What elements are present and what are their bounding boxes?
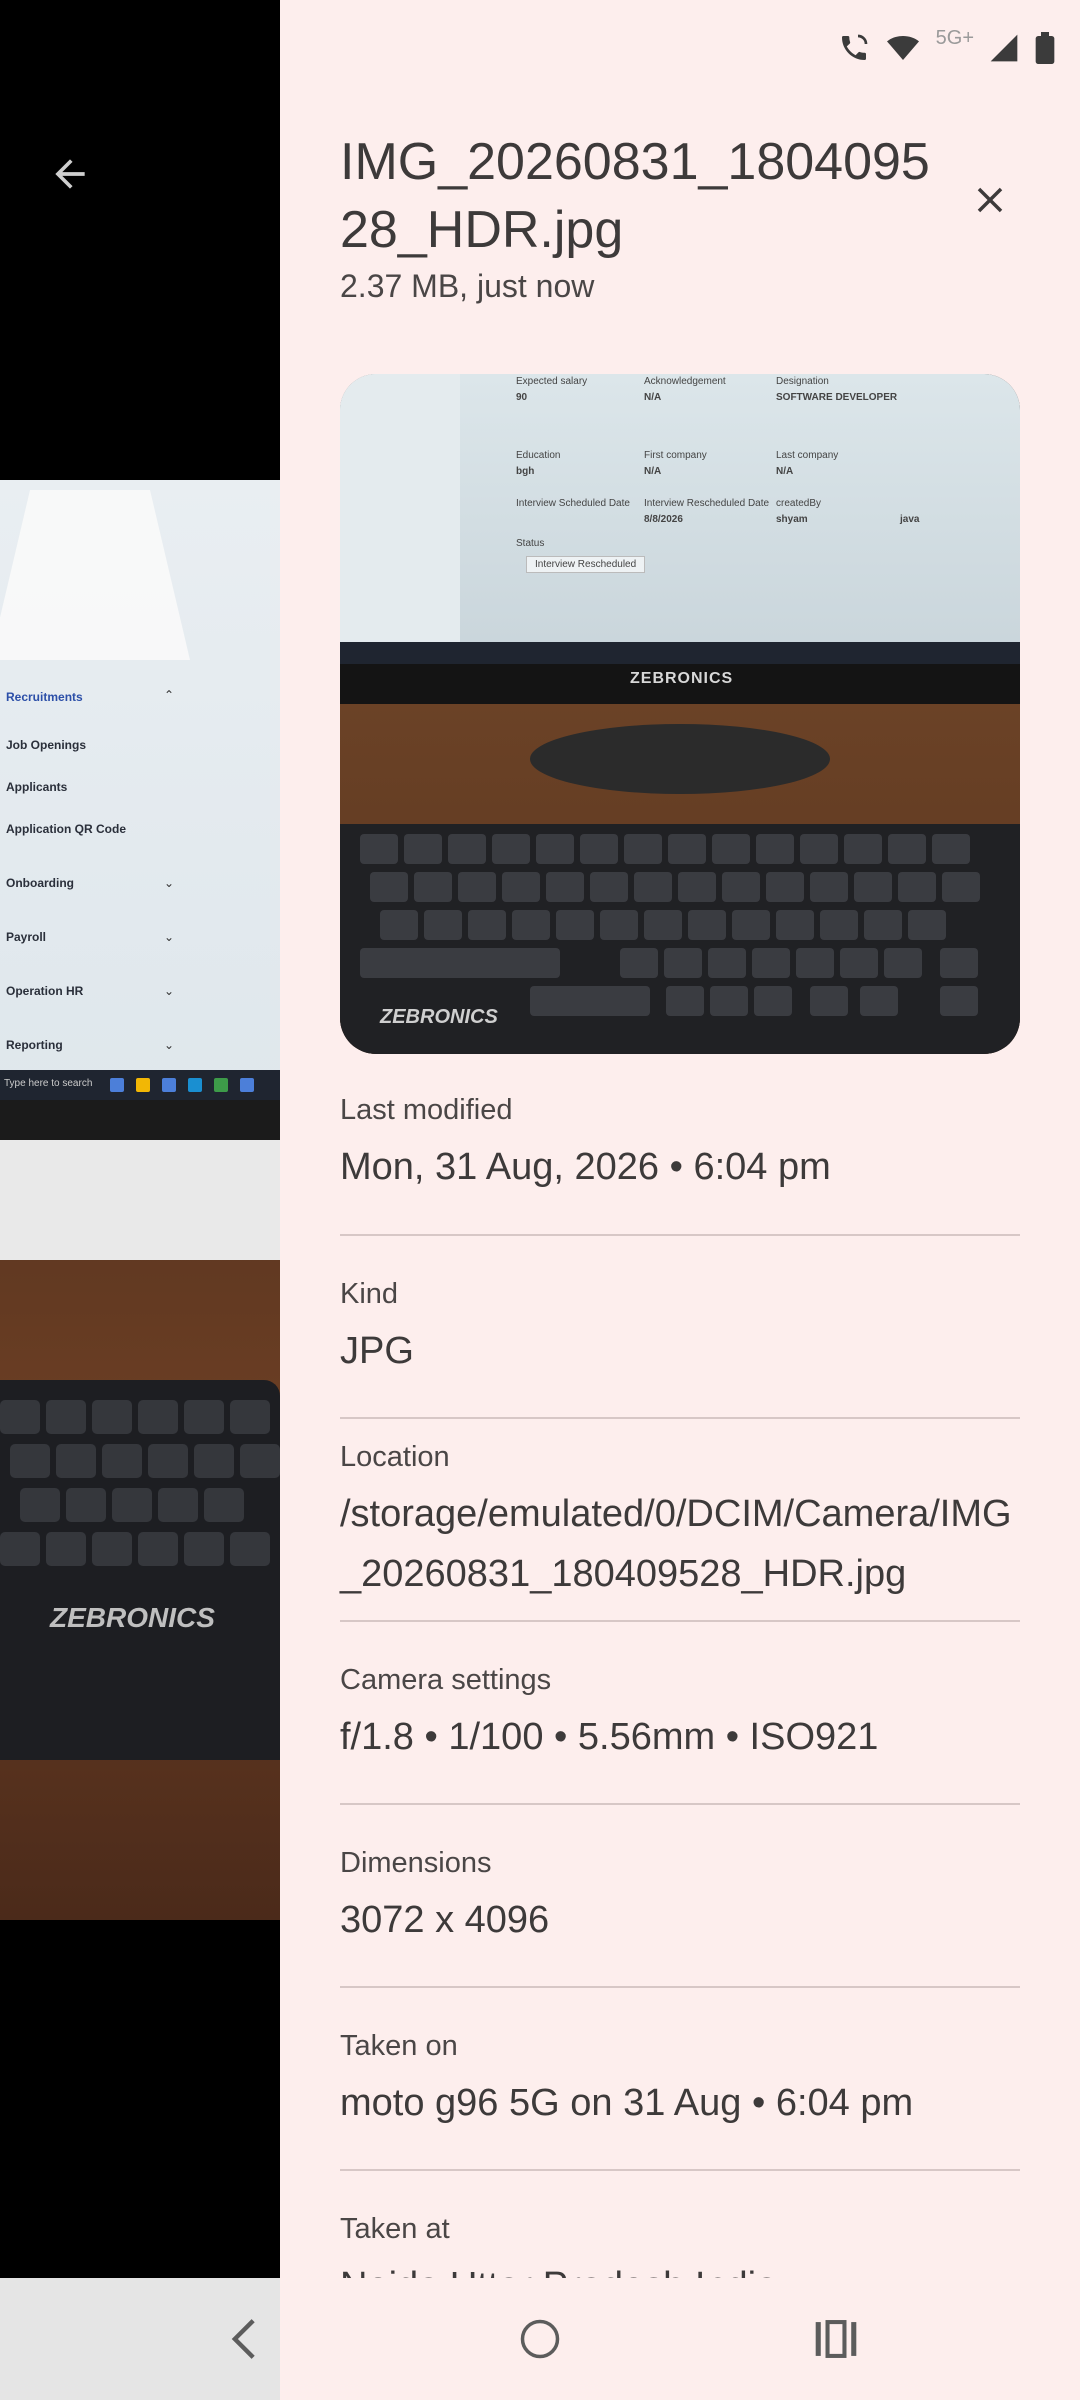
detail-label: Camera settings — [340, 1664, 552, 1696]
detail-kind: Kind JPG — [340, 1278, 1020, 1381]
detail-label: Kind — [340, 1278, 399, 1310]
divider — [340, 1803, 1020, 1805]
divider — [340, 1986, 1020, 1988]
monitor-screen: Recruitments ⌃ Job Openings Applicants A… — [0, 480, 280, 1100]
detail-taken-on: Taken on moto g96 5G on 31 Aug • 6:04 pm — [340, 2030, 1020, 2133]
wifi-call-icon — [841, 34, 867, 60]
detail-taken-at[interactable]: Taken at Noida Uttar Pradesh India — [340, 2213, 1020, 2278]
detail-label: Taken on — [340, 2030, 458, 2062]
back-button[interactable] — [36, 140, 104, 208]
close-button[interactable] — [960, 170, 1020, 230]
detail-dimensions: Dimensions 3072 x 4096 — [340, 1847, 1020, 1950]
detail-value: /storage/emulated/0/DCIM/Camera/IMG_2026… — [340, 1493, 1012, 1595]
detail-value: 3072 x 4096 — [340, 1899, 550, 1941]
detail-value: moto g96 5G on 31 Aug • 6:04 pm — [340, 2082, 914, 2124]
menu-item-payroll: Payroll — [6, 930, 47, 944]
detail-value: JPG — [340, 1330, 414, 1372]
nav-back-button[interactable] — [214, 2309, 274, 2369]
taskbar: Type here to search — [0, 1070, 280, 1100]
network-type: 5G+ — [935, 26, 974, 49]
details-sheet: 5G+ IMG_20260831_180409528_HDR.jpg 2.37 … — [280, 0, 1080, 2278]
nav-home-button[interactable] — [510, 2309, 570, 2369]
menu-item-operation-hr: Operation HR — [6, 984, 84, 998]
keyboard-brand: ZEBRONICS — [50, 1602, 215, 1633]
detail-value: Mon, 31 Aug, 2026 • 6:04 pm — [340, 1146, 831, 1188]
nav-home-icon — [520, 2319, 560, 2359]
divider — [340, 1234, 1020, 1236]
menu-item-job-openings: Job Openings — [6, 738, 87, 752]
menu-item-reporting: Reporting — [6, 1038, 63, 1052]
file-title: IMG_20260831_180409528_HDR.jpg — [340, 133, 930, 259]
detail-value: Noida Uttar Pradesh India — [340, 2256, 1020, 2278]
arrow-back-icon — [55, 159, 85, 189]
detail-camera-settings: Camera settings f/1.8 • 1/100 • 5.56mm •… — [340, 1664, 1020, 1767]
monitor-brand: ZEBRONICS — [630, 670, 734, 687]
menu-item-recruitments: Recruitments — [6, 690, 83, 704]
photo-viewer-background: Recruitments ⌃ Job Openings Applicants A… — [0, 0, 280, 2278]
detail-label: Dimensions — [340, 1847, 492, 1879]
menu-item-qr-code: Application QR Code — [6, 822, 126, 836]
status-bar: 5G+ — [838, 20, 1056, 76]
file-subtitle: 2.37 MB, just now — [340, 268, 595, 304]
keyboard-brand-thumb: ZEBRONICS — [380, 1006, 498, 1028]
detail-value: f/1.8 • 1/100 • 5.56mm • ISO921 — [340, 1716, 879, 1758]
menu-item-onboarding: Onboarding — [6, 876, 74, 890]
photo-thumbnail[interactable]: Expected salary Acknowledgement Designat… — [340, 374, 1020, 1054]
divider — [340, 1620, 1020, 1622]
nav-recents-button[interactable] — [806, 2309, 866, 2369]
wifi-icon — [886, 36, 919, 60]
navigation-bar — [0, 2278, 1080, 2400]
detail-label: Last modified — [340, 1094, 513, 1126]
background-photo: Recruitments ⌃ Job Openings Applicants A… — [0, 480, 280, 1920]
nav-recents-icon — [815, 2320, 857, 2358]
signal-icon — [990, 34, 1018, 62]
divider — [340, 1417, 1020, 1419]
divider — [340, 2169, 1020, 2171]
detail-label: Taken at — [340, 2213, 450, 2245]
close-icon — [977, 187, 1003, 213]
detail-last-modified: Last modified Mon, 31 Aug, 2026 • 6:04 p… — [340, 1094, 1020, 1197]
nav-back-icon — [231, 2319, 255, 2359]
detail-location[interactable]: Location /storage/emulated/0/DCIM/Camera… — [340, 1441, 1020, 1604]
keyboard: ZEBRONICS — [0, 1380, 280, 1760]
detail-label: Location — [340, 1441, 450, 1473]
menu-item-applicants: Applicants — [6, 780, 68, 794]
battery-icon — [1035, 32, 1055, 64]
